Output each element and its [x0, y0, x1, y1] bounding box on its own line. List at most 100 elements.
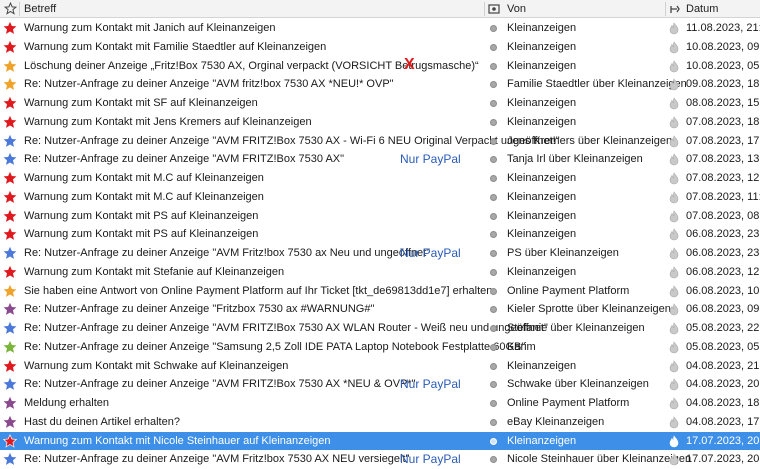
- read-status-icon[interactable]: [490, 62, 497, 70]
- star-icon[interactable]: [3, 171, 17, 185]
- spam-flame-icon[interactable]: [668, 284, 680, 298]
- message-from[interactable]: Jens Kremers über Kleinanzeigen: [507, 135, 672, 148]
- read-status-icon[interactable]: [490, 25, 497, 32]
- message-row[interactable]: Warnung zum Kontakt mit PS auf Kleinanze…: [0, 225, 760, 244]
- message-from[interactable]: Kleinanzeigen: [507, 22, 576, 35]
- column-date[interactable]: Datum: [686, 3, 718, 15]
- spam-flame-icon[interactable]: [668, 416, 680, 429]
- message-row[interactable]: Hast du deinen Artikel erhalten? eBay Kle…: [0, 413, 760, 432]
- spam-flame-icon[interactable]: [668, 228, 680, 241]
- message-row[interactable]: Warnung zum Kontakt mit Jens Kremers auf…: [0, 113, 760, 132]
- read-status-icon[interactable]: [490, 175, 497, 182]
- message-subject[interactable]: Meldung erhalten: [24, 397, 109, 410]
- message-subject[interactable]: Re: Nutzer-Anfrage zu deiner Anzeige "AV…: [24, 322, 548, 335]
- read-status-icon[interactable]: [490, 81, 497, 89]
- star-icon[interactable]: [3, 59, 17, 73]
- read-status-icon[interactable]: [490, 193, 497, 201]
- read-status-icon[interactable]: [490, 437, 497, 445]
- message-subject[interactable]: Re: Nutzer-Anfrage zu deiner Anzeige "AV…: [24, 135, 560, 148]
- spam-flame-icon[interactable]: [668, 172, 680, 185]
- message-from[interactable]: PS über Kleinanzeigen: [507, 247, 619, 260]
- spam-flame-icon[interactable]: [668, 322, 680, 335]
- thread-column-icon[interactable]: [669, 3, 681, 15]
- message-from[interactable]: Stefanie über Kleinanzeigen: [507, 322, 645, 335]
- spam-flame-icon[interactable]: [668, 41, 680, 54]
- message-row[interactable]: Re: Nutzer-Anfrage zu deiner Anzeige "AV…: [0, 132, 760, 151]
- message-row[interactable]: Warnung zum Kontakt mit Janich auf Klein…: [0, 19, 760, 38]
- read-status-icon[interactable]: [490, 343, 497, 351]
- read-status-icon[interactable]: [490, 156, 497, 164]
- message-from[interactable]: Nicole Steinhauer über Kleinanzeigen: [507, 453, 691, 466]
- spam-flame-icon[interactable]: [668, 247, 680, 260]
- read-column-icon[interactable]: [488, 3, 500, 15]
- message-from[interactable]: Kleinanzeigen: [507, 266, 576, 279]
- message-row[interactable]: Warnung zum Kontakt mit M.C auf Kleinanz…: [0, 169, 760, 188]
- column-from[interactable]: Von: [507, 3, 526, 15]
- message-from[interactable]: Kleinanzeigen: [507, 228, 576, 241]
- message-from[interactable]: Online Payment Platform: [507, 397, 629, 410]
- star-icon[interactable]: [3, 433, 17, 448]
- spam-flame-icon[interactable]: [668, 378, 680, 391]
- message-from[interactable]: Kieler Sprotte über Kleinanzeigen: [507, 303, 671, 316]
- message-from[interactable]: Kleinanzeigen: [507, 360, 576, 373]
- message-from[interactable]: Kleinanzeigen: [507, 41, 576, 54]
- message-from[interactable]: Kleinanzeigen: [507, 60, 576, 73]
- read-status-icon[interactable]: [490, 306, 497, 314]
- message-subject[interactable]: Warnung zum Kontakt mit PS auf Kleinanze…: [24, 210, 258, 223]
- message-row[interactable]: Warnung zum Kontakt mit M.C auf Kleinanz…: [0, 188, 760, 207]
- star-icon[interactable]: [3, 115, 17, 129]
- star-icon[interactable]: [3, 134, 17, 148]
- message-from[interactable]: eBay Kleinanzeigen: [507, 416, 604, 429]
- star-column-icon[interactable]: [4, 2, 17, 15]
- message-from[interactable]: Kleinanzeigen: [507, 191, 576, 204]
- message-subject[interactable]: Warnung zum Kontakt mit Nicole Steinhaue…: [24, 435, 331, 448]
- spam-flame-icon[interactable]: [668, 303, 680, 316]
- spam-flame-icon[interactable]: [668, 22, 680, 35]
- message-row[interactable]: Meldung erhalten Online Payment Platform 0…: [0, 394, 760, 413]
- star-icon[interactable]: [3, 377, 17, 391]
- read-status-icon[interactable]: [490, 287, 497, 295]
- star-icon[interactable]: [3, 96, 17, 110]
- message-subject[interactable]: Warnung zum Kontakt mit Stefanie auf Kle…: [24, 266, 284, 279]
- message-subject[interactable]: Warnung zum Kontakt mit SF auf Kleinanze…: [24, 97, 258, 110]
- star-icon[interactable]: [3, 152, 17, 166]
- message-from[interactable]: Kleinanzeigen: [507, 172, 576, 185]
- message-row[interactable]: Warnung zum Kontakt mit Schwake auf Klei…: [0, 357, 760, 376]
- message-subject[interactable]: Re: Nutzer-Anfrage zu deiner Anzeige "AV…: [24, 153, 344, 166]
- spam-flame-icon[interactable]: [668, 78, 680, 91]
- read-status-icon[interactable]: [490, 118, 497, 126]
- spam-flame-icon[interactable]: [668, 116, 680, 129]
- read-status-icon[interactable]: [490, 268, 497, 276]
- message-row[interactable]: Warnung zum Kontakt mit Familie Staedtle…: [0, 38, 760, 57]
- read-status-icon[interactable]: [490, 250, 497, 257]
- message-from[interactable]: Kleinanzeigen: [507, 116, 576, 129]
- message-row[interactable]: Re: Nutzer-Anfrage zu deiner Anzeige "AV…: [0, 375, 760, 394]
- star-icon[interactable]: [3, 265, 17, 279]
- star-icon[interactable]: [3, 321, 17, 335]
- message-row[interactable]: Warnung zum Kontakt mit Stefanie auf Kle…: [0, 263, 760, 282]
- star-icon[interactable]: [3, 340, 17, 354]
- message-row[interactable]: Re: Nutzer-Anfrage zu deiner Anzeige "AV…: [0, 150, 760, 169]
- message-row[interactable]: Warnung zum Kontakt mit SF auf Kleinanze…: [0, 94, 760, 113]
- spam-flame-icon[interactable]: [668, 434, 680, 448]
- message-row[interactable]: Re: Nutzer-Anfrage zu deiner Anzeige "AV…: [0, 450, 760, 469]
- star-icon[interactable]: [3, 396, 17, 410]
- message-from[interactable]: Tanja Irl über Kleinanzeigen: [507, 153, 643, 166]
- spam-flame-icon[interactable]: [668, 209, 680, 223]
- spam-flame-icon[interactable]: [668, 359, 680, 373]
- star-icon[interactable]: [3, 209, 17, 223]
- message-subject[interactable]: Re: Nutzer-Anfrage zu deiner Anzeige "AV…: [24, 78, 394, 91]
- column-subject[interactable]: Betreff: [24, 3, 56, 15]
- star-icon[interactable]: [3, 415, 17, 429]
- star-icon[interactable]: [3, 77, 17, 91]
- message-subject[interactable]: Warnung zum Kontakt mit Schwake auf Klei…: [24, 360, 288, 373]
- message-subject[interactable]: Re: Nutzer-Anfrage zu deiner Anzeige "Fr…: [24, 303, 374, 316]
- star-icon[interactable]: [3, 190, 17, 204]
- message-subject[interactable]: Warnung zum Kontakt mit M.C auf Kleinanz…: [24, 172, 264, 185]
- message-row[interactable]: Re: Nutzer-Anfrage zu deiner Anzeige "AV…: [0, 244, 760, 263]
- message-subject[interactable]: Re: Nutzer-Anfrage zu deiner Anzeige "AV…: [24, 453, 409, 466]
- message-subject[interactable]: Warnung zum Kontakt mit Familie Staedtle…: [24, 41, 326, 54]
- message-row[interactable]: Re: Nutzer-Anfrage zu deiner Anzeige "Sa…: [0, 338, 760, 357]
- star-icon[interactable]: [3, 359, 17, 373]
- star-icon[interactable]: [3, 21, 17, 35]
